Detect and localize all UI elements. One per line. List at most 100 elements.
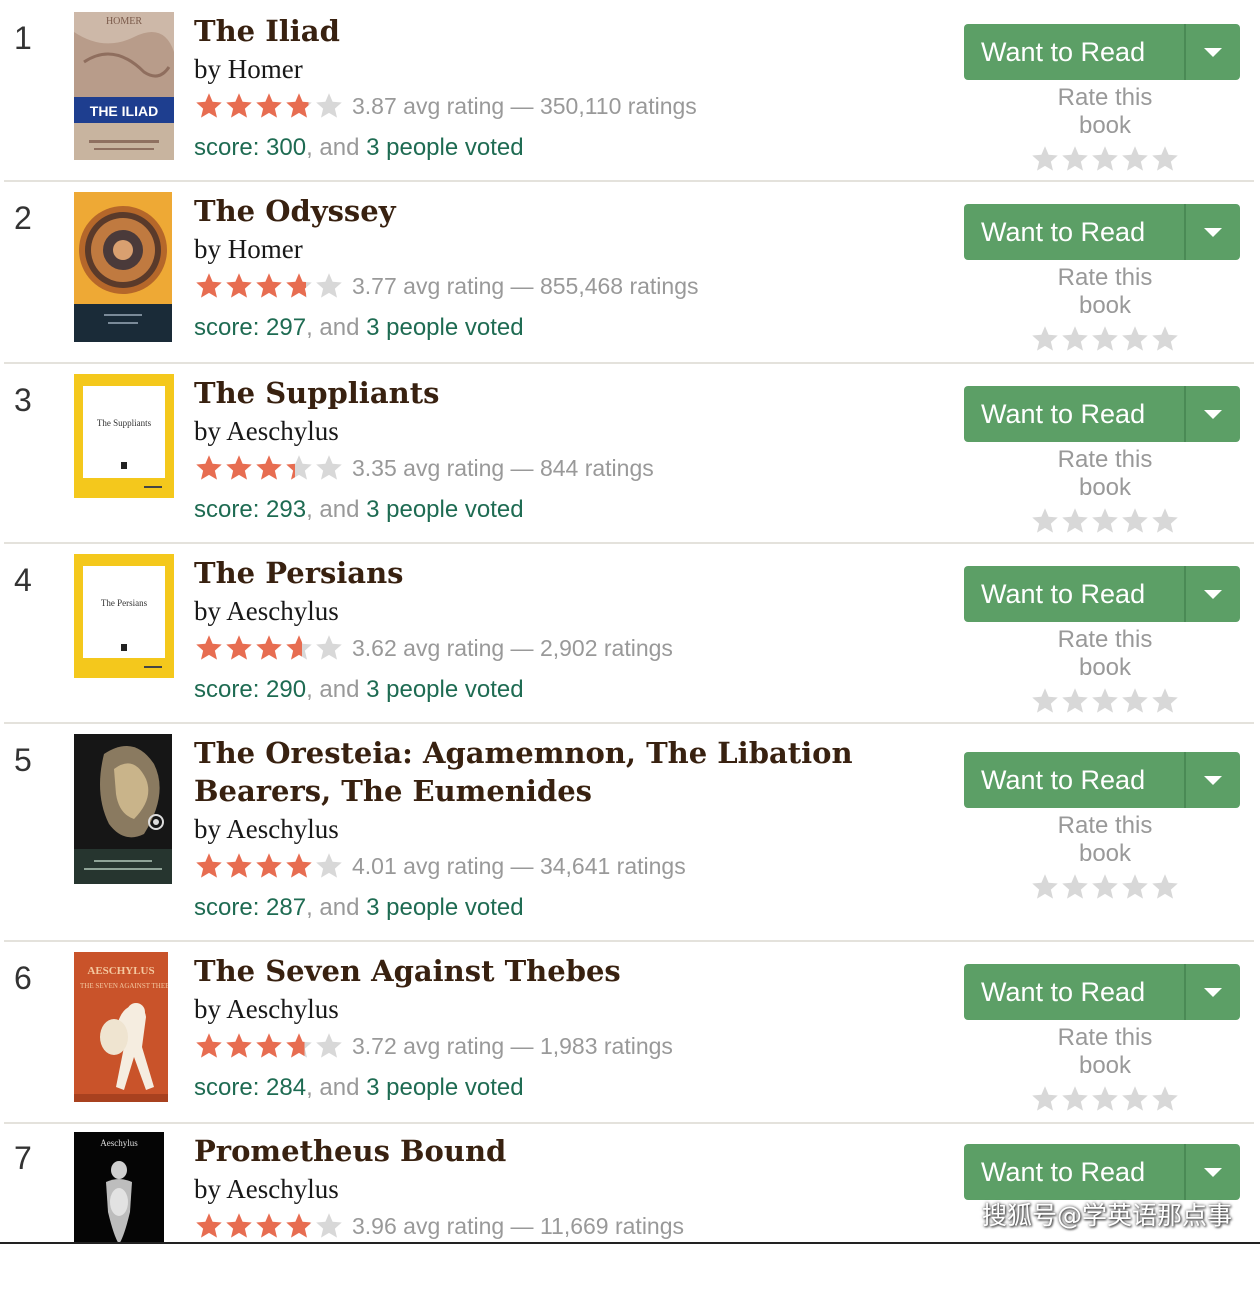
rate-star-icon[interactable]: [1150, 686, 1180, 716]
rate-this-book: Rate this book: [1030, 84, 1180, 174]
rate-star-icon[interactable]: [1030, 506, 1060, 536]
want-to-read-button[interactable]: Want to Read: [964, 566, 1184, 622]
book-title-link[interactable]: The Iliad: [194, 12, 934, 50]
want-to-read-button[interactable]: Want to Read: [964, 204, 1184, 260]
want-to-read-button[interactable]: Want to Read: [964, 1144, 1184, 1200]
rate-star-icon[interactable]: [1090, 324, 1120, 354]
author-link[interactable]: Aeschylus: [226, 1174, 338, 1204]
iliad-cover[interactable]: HOMER THE ILIAD: [74, 12, 174, 160]
book-title-link[interactable]: Prometheus Bound: [194, 1132, 934, 1170]
score-link[interactable]: score: 300: [194, 134, 306, 161]
rate-star-icon[interactable]: [1090, 686, 1120, 716]
want-to-read-button[interactable]: Want to Read: [964, 752, 1184, 808]
persians-cover-title: The Persians: [101, 598, 148, 608]
user-rating-stars: [1030, 1084, 1180, 1114]
rate-star-icon[interactable]: [1030, 1084, 1060, 1114]
score-link[interactable]: score: 297: [194, 314, 306, 341]
rate-star-icon[interactable]: [1060, 1084, 1090, 1114]
author-link[interactable]: Homer: [228, 54, 303, 84]
shelf-dropdown-button[interactable]: [1186, 204, 1240, 260]
rate-star-icon[interactable]: [1120, 686, 1150, 716]
book-title-link[interactable]: The Seven Against Thebes: [194, 952, 934, 990]
score-link[interactable]: score: 284: [194, 1074, 306, 1101]
author-line: by Aeschylus: [194, 1172, 934, 1206]
rate-star-icon[interactable]: [1060, 324, 1090, 354]
shelf-dropdown-button[interactable]: [1186, 752, 1240, 808]
shelf-dropdown-button[interactable]: [1186, 566, 1240, 622]
rating-text: 3.62 avg rating — 2,902 ratings: [352, 634, 673, 661]
odyssey-cover[interactable]: [74, 192, 172, 342]
want-to-read-widget: Want to Read: [964, 752, 1240, 808]
persians-cover[interactable]: The Persians: [74, 554, 174, 678]
rate-star-icon[interactable]: [1150, 1084, 1180, 1114]
author-link[interactable]: Aeschylus: [226, 416, 338, 446]
book-title-link[interactable]: The Persians: [194, 554, 934, 592]
voters-link[interactable]: 3 people voted: [366, 314, 523, 341]
book-rank: 2: [14, 200, 32, 236]
book-info: The Odyssey by Homer 3.77 avg rating — 855…: [194, 192, 934, 342]
shelf-dropdown-button[interactable]: [1186, 24, 1240, 80]
book-row: 1 HOMER THE ILIAD The Iliad by Homer 3.87 …: [4, 12, 1254, 182]
rate-star-icon[interactable]: [1030, 144, 1060, 174]
star-icon: [194, 453, 224, 483]
rate-star-icon[interactable]: [1120, 872, 1150, 902]
voters-link[interactable]: 3 people voted: [366, 134, 523, 161]
rate-star-icon[interactable]: [1030, 324, 1060, 354]
author-link[interactable]: Aeschylus: [226, 814, 338, 844]
rate-star-icon[interactable]: [1120, 506, 1150, 536]
rate-star-icon[interactable]: [1150, 324, 1180, 354]
score-link[interactable]: score: 290: [194, 676, 306, 703]
avg-rating-stars: [194, 1031, 344, 1061]
rate-star-icon[interactable]: [1150, 506, 1180, 536]
oresteia-cover[interactable]: [74, 734, 172, 884]
seven-cover[interactable]: AESCHYLUS THE SEVEN AGAINST THEBES: [74, 952, 168, 1102]
rate-star-icon[interactable]: [1150, 144, 1180, 174]
rate-star-icon[interactable]: [1090, 1084, 1120, 1114]
author-link[interactable]: Aeschylus: [226, 596, 338, 626]
rate-star-icon[interactable]: [1120, 324, 1150, 354]
rate-star-icon[interactable]: [1060, 506, 1090, 536]
rate-star-icon[interactable]: [1060, 144, 1090, 174]
want-to-read-button[interactable]: Want to Read: [964, 964, 1184, 1020]
shelf-dropdown-button[interactable]: [1186, 386, 1240, 442]
avg-rating-stars: [194, 271, 344, 301]
voters-link[interactable]: 3 people voted: [366, 894, 523, 921]
shelf-dropdown-button[interactable]: [1186, 1144, 1240, 1200]
voters-link[interactable]: 3 people voted: [366, 676, 523, 703]
book-info: Prometheus Bound by Aeschylus 3.96 avg rat…: [194, 1132, 934, 1246]
rate-star-icon[interactable]: [1060, 686, 1090, 716]
rate-star-icon[interactable]: [1150, 872, 1180, 902]
suppliants-cover[interactable]: The Suppliants: [74, 374, 174, 498]
star-icon: [284, 1031, 314, 1061]
user-rating-stars: [1030, 686, 1180, 716]
book-title-link[interactable]: The Odyssey: [194, 192, 934, 230]
voters-link[interactable]: 3 people voted: [366, 496, 523, 523]
rate-star-icon[interactable]: [1030, 686, 1060, 716]
by-label: by: [194, 234, 221, 264]
want-to-read-button[interactable]: Want to Read: [964, 386, 1184, 442]
rating-line: 3.72 avg rating — 1,983 ratings: [194, 1026, 934, 1066]
book-title-link[interactable]: The Suppliants: [194, 374, 934, 412]
rate-star-icon[interactable]: [1120, 144, 1150, 174]
rate-star-icon[interactable]: [1030, 872, 1060, 902]
iliad-cover-title: THE ILIAD: [90, 103, 158, 119]
row-divider: [4, 1122, 1254, 1124]
book-title-link[interactable]: The Oresteia: Agamemnon, The Libation Be…: [194, 734, 934, 810]
shelf-dropdown-button[interactable]: [1186, 964, 1240, 1020]
star-icon: [284, 1211, 314, 1241]
author-link[interactable]: Homer: [228, 234, 303, 264]
score-link[interactable]: score: 287: [194, 894, 306, 921]
rate-star-icon[interactable]: [1060, 872, 1090, 902]
rating-line: 3.62 avg rating — 2,902 ratings: [194, 628, 934, 668]
rate-star-icon[interactable]: [1090, 506, 1120, 536]
rate-star-icon[interactable]: [1090, 144, 1120, 174]
want-to-read-button[interactable]: Want to Read: [964, 24, 1184, 80]
voters-link[interactable]: 3 people voted: [366, 1074, 523, 1101]
rate-star-icon[interactable]: [1090, 872, 1120, 902]
author-link[interactable]: Aeschylus: [226, 994, 338, 1024]
prometheus-cover[interactable]: Aeschylus: [74, 1132, 164, 1244]
by-label: by: [194, 54, 221, 84]
book-row: 4 The Persians The Persians by Aeschylus 3…: [4, 554, 1254, 724]
score-link[interactable]: score: 293: [194, 496, 306, 523]
rate-star-icon[interactable]: [1120, 1084, 1150, 1114]
